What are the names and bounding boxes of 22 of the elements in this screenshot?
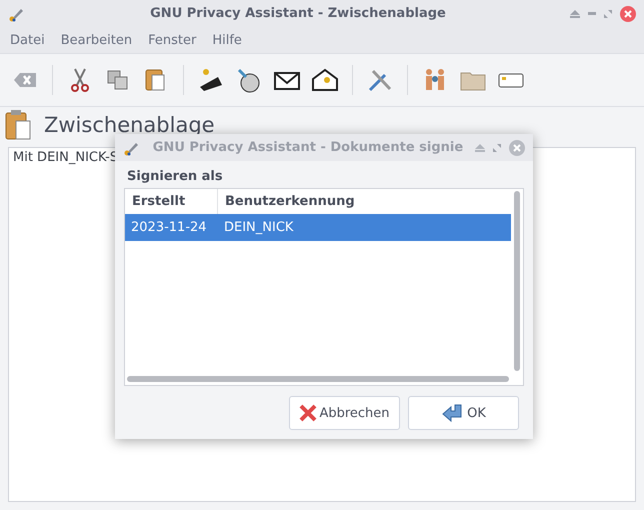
shade-icon[interactable] bbox=[475, 144, 485, 152]
section-label: Signieren als bbox=[126, 168, 224, 186]
menu-item[interactable]: Bearbeiten bbox=[52, 32, 140, 48]
menu-item[interactable]: Hilfe bbox=[204, 32, 250, 48]
shade-icon[interactable] bbox=[570, 10, 580, 18]
dialog-title: GNU Privacy Assistant - Dokumente signie bbox=[152, 140, 464, 155]
menu-item[interactable]: Fenster bbox=[140, 32, 204, 48]
restore-icon[interactable] bbox=[604, 10, 612, 18]
restore-icon[interactable] bbox=[493, 144, 501, 152]
ok-button[interactable]: OK bbox=[408, 396, 519, 430]
window-title: GNU Privacy Assistant - Zwischenablage bbox=[149, 6, 447, 21]
menu-item[interactable]: Datei bbox=[2, 32, 53, 48]
table-row[interactable]: 2023-11-24 DEIN_NICK bbox=[125, 214, 511, 241]
column-header[interactable]: Benutzerkennung bbox=[218, 189, 511, 214]
cross-icon bbox=[299, 403, 318, 423]
close-icon[interactable] bbox=[509, 140, 525, 156]
close-icon[interactable] bbox=[620, 6, 636, 22]
page-heading: Zwischenablage bbox=[44, 113, 215, 137]
scrollbar-thumb[interactable] bbox=[127, 376, 509, 382]
text-line: Mit DEIN_NICK-S bbox=[13, 150, 118, 165]
cancel-button[interactable]: Abbrechen bbox=[289, 396, 400, 430]
scrollbar-thumb[interactable] bbox=[514, 191, 520, 371]
